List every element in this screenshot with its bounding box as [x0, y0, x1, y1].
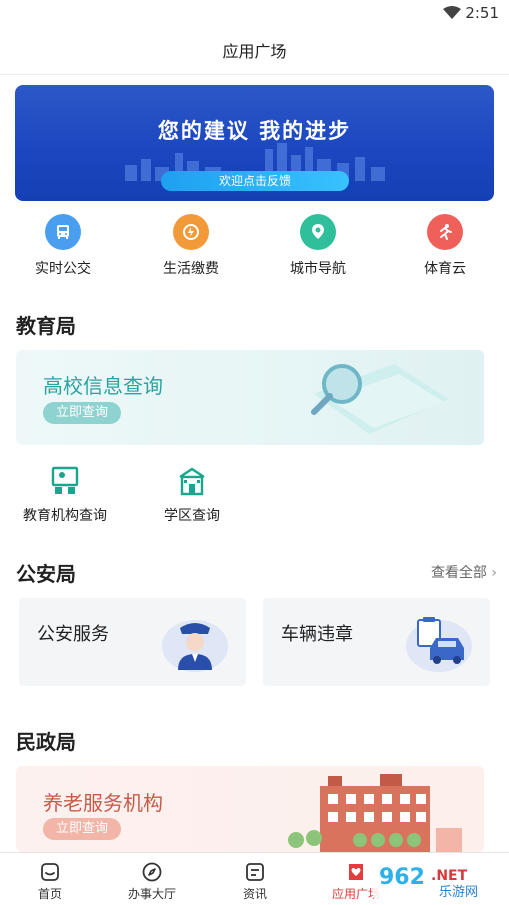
map-pin-icon [300, 214, 336, 250]
quick-services: 实时公交 生活缴费 城市导航 体育云 [0, 210, 509, 282]
news-icon [246, 863, 264, 881]
edu-item-institution[interactable]: 教育机构查询 [20, 465, 110, 525]
quick-item-label: 城市导航 [290, 261, 346, 277]
svg-text:乐游网: 乐游网 [439, 885, 478, 900]
car-violation-icon [406, 617, 472, 672]
quick-item-navigation[interactable]: 城市导航 [268, 210, 368, 278]
edu-item-school-district[interactable]: 学区查询 [160, 465, 224, 525]
quick-item-label: 生活缴费 [163, 261, 219, 277]
query-button[interactable]: 立即查询 [43, 818, 121, 840]
quick-item-sports[interactable]: 体育云 [395, 210, 495, 278]
police-officer-icon [162, 620, 228, 672]
classroom-icon [51, 466, 79, 494]
card-title: 养老服务机构 [43, 791, 163, 815]
police-service-card[interactable]: 公安服务 [19, 598, 246, 686]
query-button[interactable]: 立即查询 [43, 402, 121, 424]
tab-home[interactable]: 首页 [0, 853, 100, 905]
payment-icon [173, 214, 209, 250]
feedback-banner[interactable]: 您的建议 我的进步 欢迎点击反馈 [15, 85, 494, 201]
compass-icon [142, 862, 162, 882]
svg-text:962: 962 [379, 865, 425, 890]
feedback-button[interactable]: 欢迎点击反馈 [161, 171, 349, 191]
quick-item-label: 体育云 [424, 261, 466, 277]
card-title: 公安服务 [37, 624, 109, 645]
edu-item-label: 教育机构查询 [23, 508, 107, 524]
banner-title: 您的建议 我的进步 [157, 119, 352, 143]
watermark-logo: 962 .NET 乐游网 [373, 860, 503, 900]
svg-text:.NET: .NET [431, 868, 468, 884]
tab-label: 办事大厅 [127, 887, 176, 901]
tab-news[interactable]: 资讯 [205, 853, 305, 905]
see-all-link[interactable]: 查看全部 › [431, 562, 497, 582]
tab-service-hall[interactable]: 办事大厅 [102, 853, 202, 905]
quick-item-label: 实时公交 [35, 261, 91, 277]
nursing-home-illustration [288, 774, 462, 852]
quick-item-payment[interactable]: 生活缴费 [141, 210, 241, 278]
see-all-label: 查看全部 [430, 565, 487, 581]
status-time: 2:51 [465, 4, 499, 22]
chevron-right-icon: › [491, 565, 497, 581]
vehicle-violation-card[interactable]: 车辆违章 [263, 598, 490, 686]
card-title: 车辆违章 [281, 624, 353, 645]
apps-heart-icon [349, 864, 363, 880]
app-header: 应用广场 [0, 28, 509, 75]
runner-icon [427, 214, 463, 250]
tab-label: 首页 [37, 887, 62, 901]
page-title: 应用广场 [222, 42, 287, 61]
university-info-card[interactable]: 高校信息查询 立即查询 [16, 350, 484, 445]
section-title-education: 教育局 [16, 314, 76, 338]
wifi-icon [443, 6, 461, 19]
tab-label: 资讯 [242, 887, 267, 901]
quick-item-bus[interactable]: 实时公交 [13, 210, 113, 278]
edu-item-label: 学区查询 [164, 508, 220, 524]
search-document-illustration [311, 364, 449, 434]
bus-icon [45, 214, 81, 250]
elderly-service-card[interactable]: 养老服务机构 立即查询 [16, 766, 484, 852]
card-title: 高校信息查询 [43, 374, 163, 398]
status-bar: 2:51 [0, 0, 509, 28]
school-building-icon [179, 467, 205, 496]
home-icon [41, 863, 59, 881]
section-title-civil: 民政局 [16, 730, 76, 754]
section-title-police: 公安局 [16, 562, 76, 586]
